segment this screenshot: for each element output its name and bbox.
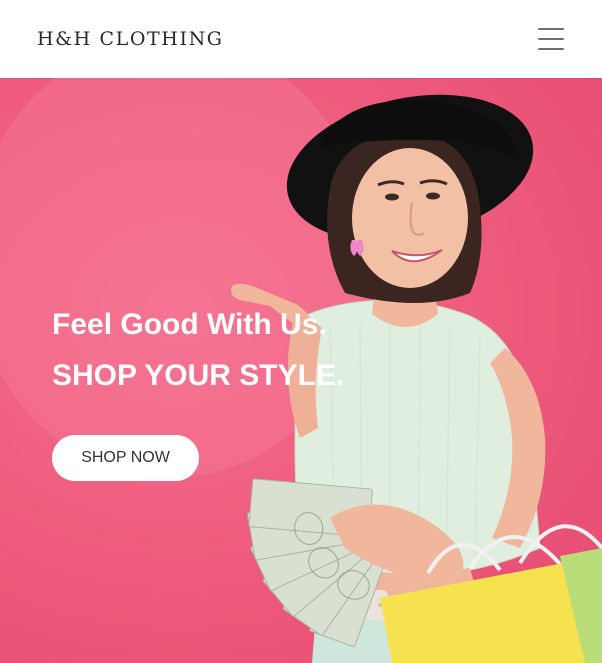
hamburger-line bbox=[538, 28, 564, 30]
headline-line-1: Feel Good With Us. bbox=[52, 308, 327, 341]
hamburger-menu-icon[interactable] bbox=[538, 28, 564, 50]
hamburger-line bbox=[538, 48, 564, 50]
navbar: H&H CLOTHING bbox=[0, 0, 602, 78]
brand-logo[interactable]: H&H CLOTHING bbox=[37, 28, 224, 50]
shop-now-button[interactable]: SHOP NOW bbox=[52, 435, 199, 481]
hero-headline: Feel Good With Us. SHOP YOUR STYLE. bbox=[52, 310, 344, 391]
hero-banner: Feel Good With Us. SHOP YOUR STYLE. SHOP… bbox=[0, 78, 602, 663]
hamburger-line bbox=[538, 38, 564, 40]
headline-line-2: SHOP YOUR STYLE. bbox=[52, 359, 345, 392]
